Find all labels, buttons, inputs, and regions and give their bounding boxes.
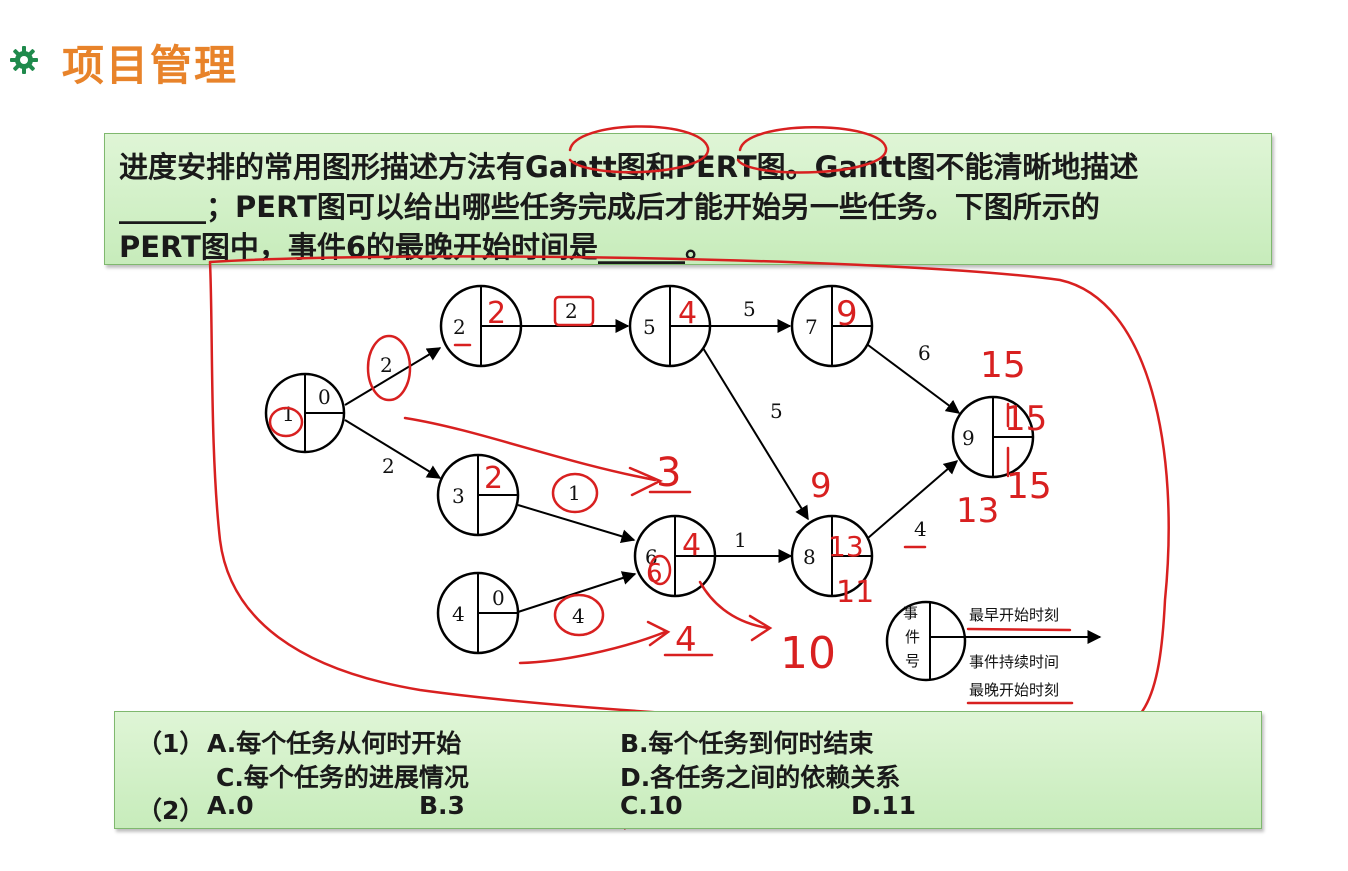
edge-3-6 — [517, 504, 636, 544]
pert-node-7: 7 — [790, 284, 874, 368]
q2-option-c[interactable]: C.10 — [620, 791, 683, 820]
pert-node-1: 1 0 — [264, 372, 346, 454]
edge-label-5-8: 5 — [770, 399, 783, 423]
pert-circle — [736, 126, 888, 174]
edge-label-5-7: 5 — [743, 297, 756, 321]
legend-earliest: 最早开始时刻 — [969, 606, 1059, 624]
legend-event-char-3: 号 — [905, 652, 920, 670]
legend-event-char-1: 事 — [903, 604, 918, 622]
q2-option-a[interactable]: A.0 — [207, 791, 254, 820]
node-id: 5 — [643, 315, 656, 339]
node-id: 9 — [962, 426, 975, 450]
legend-latest: 最晚开始时刻 — [969, 681, 1059, 699]
gantt-circle — [568, 125, 710, 174]
hw-arrow-3: 3 — [656, 450, 681, 496]
arrow-to-10 — [698, 580, 773, 642]
edge-label-3-6: 1 — [568, 481, 581, 505]
q1-option-c[interactable]: C.每个任务的进展情况 — [216, 758, 469, 794]
q2-option-b[interactable]: B.3 — [419, 791, 465, 820]
q1-option-a[interactable]: A.每个任务从何时开始 — [207, 724, 461, 760]
node-id: 3 — [452, 484, 465, 508]
q2-option-d[interactable]: D.11 — [851, 791, 916, 820]
hw-val-10: 10 — [780, 628, 836, 679]
edge-5-8 — [702, 347, 809, 521]
pert-legend: 事 件 号 最早开始时刻 事件持续时间 最晚开始时刻 — [885, 600, 1102, 699]
q1-label: （1） — [137, 729, 205, 758]
edge-label-2-5: 2 — [565, 299, 578, 323]
hw-node-3: 2 — [484, 461, 503, 496]
hw-node-7: 9 — [836, 294, 858, 334]
q1-option-d[interactable]: D.各任务之间的依赖关系 — [620, 758, 900, 794]
pert-node-3: 3 — [436, 453, 520, 537]
edge-label-6-8: 1 — [734, 528, 747, 552]
edge-label-4-6: 4 — [572, 604, 585, 628]
edge-7-9 — [867, 344, 961, 414]
legend-event-char-2: 件 — [905, 628, 920, 646]
hw-node-9a: 15 — [980, 345, 1026, 386]
node-earliest: 0 — [492, 586, 505, 610]
node-earliest: 0 — [318, 385, 331, 409]
hw-node-8b: 11 — [836, 575, 874, 610]
node-id: 7 — [805, 315, 818, 339]
edge-label-1-2: 2 — [380, 353, 393, 377]
hw-node-5: 4 — [678, 296, 697, 331]
node-id: 1 — [282, 402, 295, 426]
edge-label-8-9: 4 — [914, 517, 927, 541]
underline-legend-earliest — [966, 627, 1072, 632]
pert-node-5: 5 — [628, 284, 712, 368]
pert-node-4: 4 0 — [436, 571, 520, 655]
pert-node-2: 2 — [439, 284, 523, 368]
hw-node-8: 9 — [810, 466, 832, 506]
hw-node-9d: 13 — [956, 491, 999, 531]
hw-node-9b: 15 — [1004, 399, 1047, 439]
hw-val-4: 4 — [675, 620, 697, 660]
node-id: 2 — [453, 315, 466, 339]
node-id: 8 — [803, 545, 816, 569]
hw-node-6b: 4 — [682, 528, 701, 563]
hw-node-6: 6 — [646, 559, 663, 589]
arrow-to-4 — [518, 620, 671, 665]
q2-label: （2） — [137, 796, 205, 825]
options-box: （1） A.每个任务从何时开始 B.每个任务到何时结束 C.每个任务的进展情况 … — [114, 711, 1262, 829]
hw-node-2: 2 — [487, 296, 506, 331]
edge-label-1-3: 2 — [382, 454, 395, 478]
q1-option-b[interactable]: B.每个任务到何时结束 — [620, 724, 874, 760]
legend-duration: 事件持续时间 — [969, 653, 1059, 671]
hw-node-9c: 15 — [1006, 466, 1052, 507]
node-id: 4 — [452, 602, 465, 626]
hw-node-8a: 13 — [828, 530, 864, 563]
slide: 项目管理 进度安排的常用图形描述方法有Gantt图和PERT图。Gantt图不能… — [0, 0, 1348, 871]
edge-label-7-9: 6 — [918, 341, 931, 365]
edge-8-9 — [867, 460, 959, 539]
